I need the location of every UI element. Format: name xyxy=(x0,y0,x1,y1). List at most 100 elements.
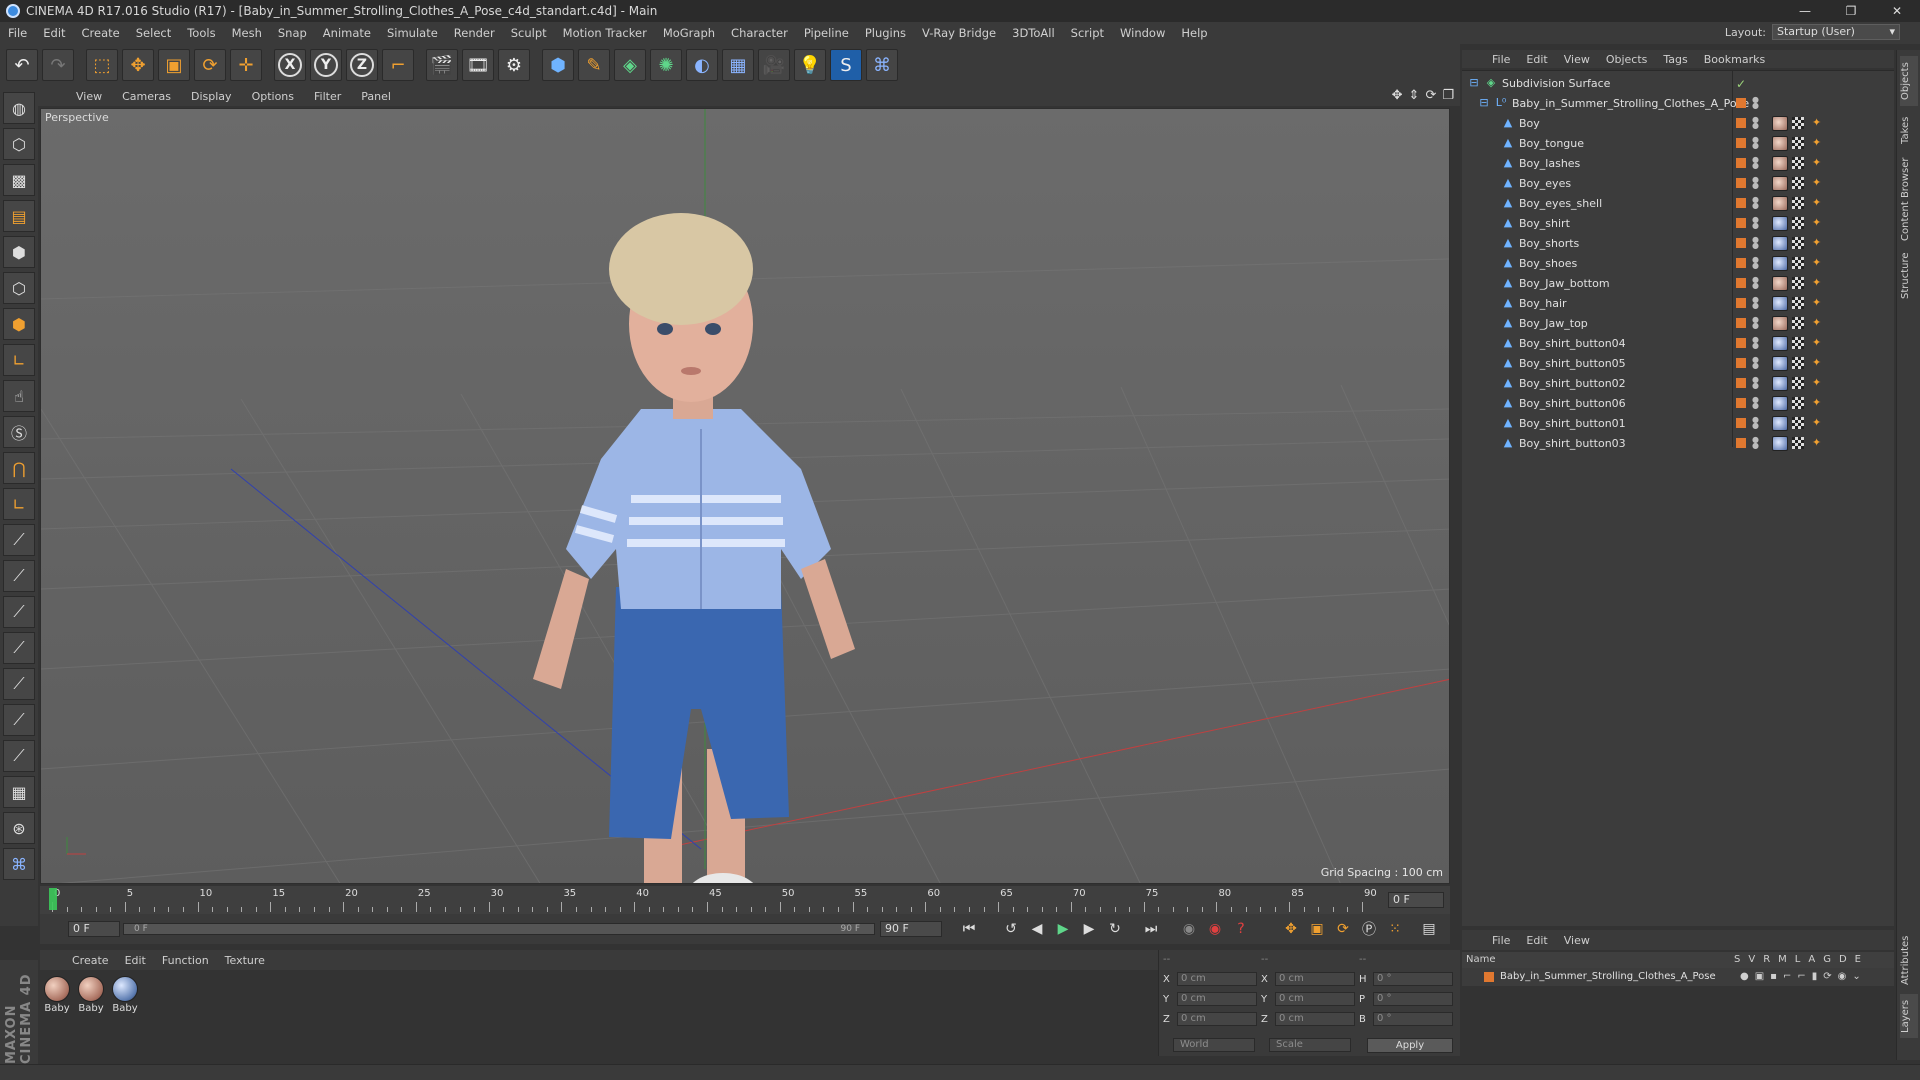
brush-icon-2[interactable]: ⟋ xyxy=(3,560,35,592)
texture-tag-icon[interactable] xyxy=(1792,257,1804,269)
collapse-icon[interactable]: ⊟ xyxy=(1478,97,1490,109)
tab-takes[interactable]: Takes xyxy=(1900,110,1918,150)
size-x-field[interactable]: 0 cm xyxy=(1275,972,1355,986)
size-y-field[interactable]: 0 cm xyxy=(1275,992,1355,1006)
brush-icon-7[interactable]: ⟋ xyxy=(3,740,35,772)
current-frame-field[interactable]: 0 F xyxy=(1388,892,1444,908)
enabled-check-icon[interactable]: ✓ xyxy=(1736,77,1746,91)
phong-tag-icon[interactable]: ✦ xyxy=(1812,177,1824,189)
layer-menu-edit[interactable]: Edit xyxy=(1518,934,1555,947)
phong-tag-icon[interactable]: ✦ xyxy=(1812,157,1824,169)
texture-tag-icon[interactable] xyxy=(1792,437,1804,449)
previous-key-icon[interactable]: ↺ xyxy=(1000,919,1022,939)
vray-icon[interactable]: S xyxy=(830,49,862,81)
dolly-icon[interactable]: ⇕ xyxy=(1409,88,1420,103)
phong-tag-icon[interactable]: ✦ xyxy=(1812,377,1824,389)
undo-icon[interactable]: ↶ xyxy=(6,49,38,81)
phong-tag-icon[interactable]: ✦ xyxy=(1812,117,1824,129)
layer-color-tag[interactable] xyxy=(1736,118,1746,128)
visibility-dots-icon[interactable]: ● ● xyxy=(1752,96,1759,110)
material-tag-icon[interactable] xyxy=(1772,156,1788,171)
texture-tag-icon[interactable] xyxy=(1792,177,1804,189)
object-row[interactable]: ▲ Boy_shoes ● ● ✦ xyxy=(1462,253,1894,273)
maximize-view-icon[interactable]: ❐ xyxy=(1442,88,1454,103)
next-frame-icon[interactable]: ▶ xyxy=(1078,919,1100,939)
key-pla-icon[interactable]: ⁙ xyxy=(1384,919,1406,939)
object-menu-edit[interactable]: Edit xyxy=(1518,53,1555,66)
array-icon[interactable]: ✺ xyxy=(650,49,682,81)
record-icon[interactable]: ◉ xyxy=(1178,919,1200,939)
key-rotation-icon[interactable]: ⟳ xyxy=(1332,919,1354,939)
material-tag-icon[interactable] xyxy=(1772,256,1788,271)
material-tag-icon[interactable] xyxy=(1772,116,1788,131)
material-tag-icon[interactable] xyxy=(1772,276,1788,291)
object-menu-file[interactable]: File xyxy=(1484,53,1518,66)
object-row[interactable]: ▲ Boy_hair ● ● ✦ xyxy=(1462,293,1894,313)
tab-structure[interactable]: Structure xyxy=(1900,248,1918,304)
3d-viewport[interactable]: Perspective Grid Spacing : 100 cm xyxy=(40,108,1450,884)
material-tag-icon[interactable] xyxy=(1772,416,1788,431)
restore-icon[interactable]: ❐ xyxy=(1828,0,1874,22)
material-tag-icon[interactable] xyxy=(1772,136,1788,151)
x-axis-icon[interactable]: X xyxy=(274,49,306,81)
texture-tag-icon[interactable] xyxy=(1792,397,1804,409)
visibility-dots-icon[interactable]: ● ● xyxy=(1752,236,1759,250)
size-z-field[interactable]: 0 cm xyxy=(1275,1012,1355,1026)
phong-tag-icon[interactable]: ✦ xyxy=(1812,137,1824,149)
object-row[interactable]: ▲ Boy_shirt_button05 ● ● ✦ xyxy=(1462,353,1894,373)
tweak-mode-icon[interactable]: ☝ xyxy=(3,380,35,412)
phong-tag-icon[interactable]: ✦ xyxy=(1812,397,1824,409)
menu-create[interactable]: Create xyxy=(74,26,128,40)
texture-tag-icon[interactable] xyxy=(1792,117,1804,129)
locked-workplane-icon[interactable]: ∟ xyxy=(3,488,35,520)
layer-color-tag[interactable] xyxy=(1736,298,1746,308)
texture-tag-icon[interactable] xyxy=(1792,337,1804,349)
menu-mograph[interactable]: MoGraph xyxy=(655,26,723,40)
layer-color-tag[interactable] xyxy=(1736,418,1746,428)
phong-tag-icon[interactable]: ✦ xyxy=(1812,277,1824,289)
brush-icon-4[interactable]: ⟋ xyxy=(3,632,35,664)
texture-tag-icon[interactable] xyxy=(1792,217,1804,229)
viewport-menu-filter[interactable]: Filter xyxy=(306,90,349,103)
object-row[interactable]: ▲ Boy_shirt_button03 ● ● ✦ xyxy=(1462,433,1894,453)
material-tag-icon[interactable] xyxy=(1772,376,1788,391)
tab-objects[interactable]: Objects xyxy=(1900,56,1918,106)
layout-dropdown[interactable]: Startup (User) xyxy=(1772,24,1900,40)
move-icon[interactable]: ✥ xyxy=(122,49,154,81)
scale-dropdown[interactable]: Scale xyxy=(1269,1038,1351,1052)
layer-color-tag[interactable] xyxy=(1736,438,1746,448)
texture-tag-icon[interactable] xyxy=(1792,197,1804,209)
texture-tag-icon[interactable] xyxy=(1792,277,1804,289)
menu-3dtoall[interactable]: 3DToAll xyxy=(1004,26,1063,40)
key-position-icon[interactable]: ✥ xyxy=(1280,919,1302,939)
brush-icon-3[interactable]: ⟋ xyxy=(3,596,35,628)
object-menu-view[interactable]: View xyxy=(1556,53,1598,66)
python-script-icon[interactable]: ⌘ xyxy=(3,848,35,880)
viewport-menu-view[interactable]: View xyxy=(68,90,110,103)
object-row[interactable]: ▲ Boy_shirt_button02 ● ● ✦ xyxy=(1462,373,1894,393)
edit-render-settings-icon[interactable]: ⚙ xyxy=(498,49,530,81)
tab-content-browser[interactable]: Content Browser xyxy=(1900,154,1918,244)
magnet-icon[interactable]: ⋂ xyxy=(3,452,35,484)
layer-color-tag[interactable] xyxy=(1736,218,1746,228)
object-row[interactable]: ▲ Boy_shirt ● ● ✦ xyxy=(1462,213,1894,233)
menu-character[interactable]: Character xyxy=(723,26,796,40)
menu-script[interactable]: Script xyxy=(1063,26,1112,40)
texture-tag-icon[interactable] xyxy=(1792,417,1804,429)
layer-color-tag[interactable] xyxy=(1736,278,1746,288)
object-menu-tags[interactable]: Tags xyxy=(1655,53,1695,66)
object-row[interactable]: ▲ Boy_Jaw_top ● ● ✦ xyxy=(1462,313,1894,333)
viewport-menu-display[interactable]: Display xyxy=(183,90,240,103)
key-scale-icon[interactable]: ▣ xyxy=(1306,919,1328,939)
layer-color-tag[interactable] xyxy=(1736,258,1746,268)
object-row[interactable]: ▲ Boy_shirt_button01 ● ● ✦ xyxy=(1462,413,1894,433)
rot-b-field[interactable]: 0 ° xyxy=(1373,1012,1453,1026)
phong-tag-icon[interactable]: ✦ xyxy=(1812,337,1824,349)
texture-tag-icon[interactable] xyxy=(1792,237,1804,249)
texture-tag-icon[interactable] xyxy=(1792,297,1804,309)
layer-color-tag[interactable] xyxy=(1736,338,1746,348)
visibility-dots-icon[interactable]: ● ● xyxy=(1752,396,1759,410)
menu-help[interactable]: Help xyxy=(1173,26,1215,40)
texture-tag-icon[interactable] xyxy=(1792,357,1804,369)
viewport-menu-panel[interactable]: Panel xyxy=(353,90,399,103)
